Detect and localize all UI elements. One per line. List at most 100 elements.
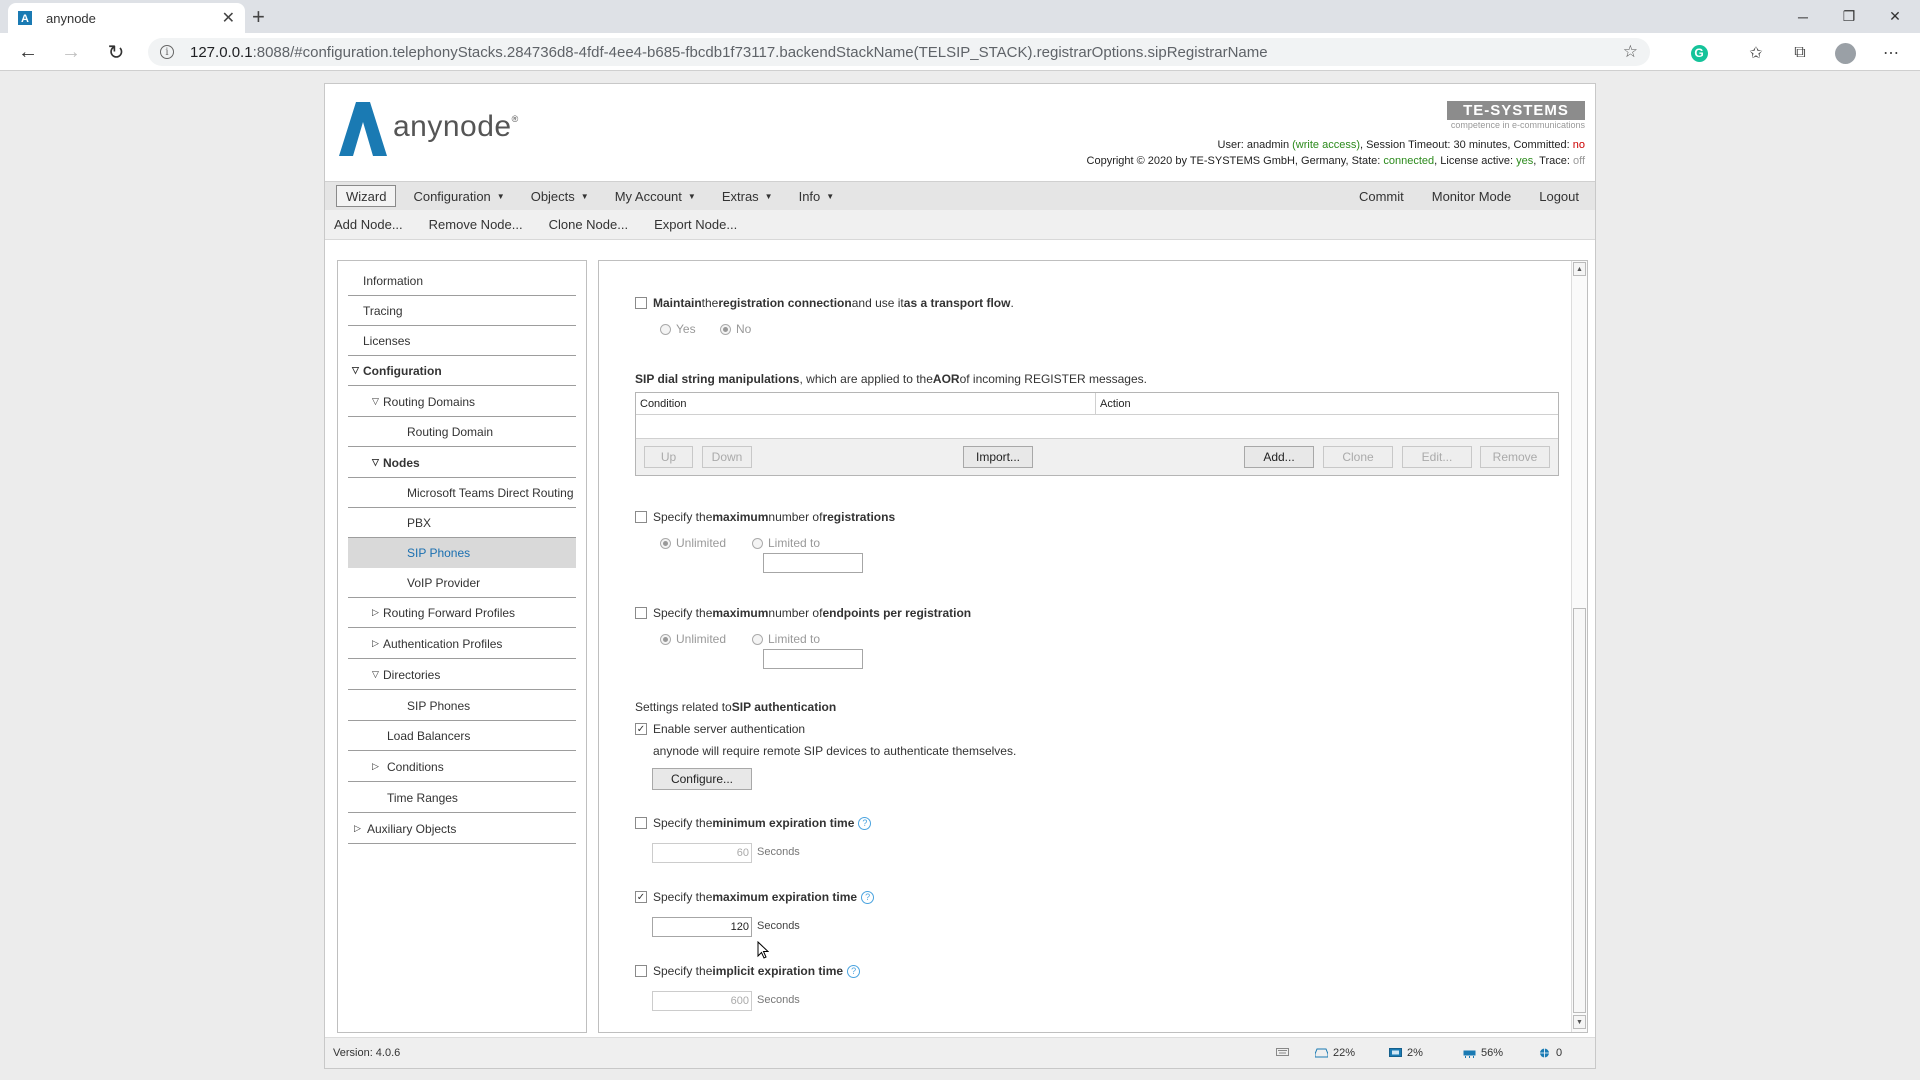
sidebar-item-directory-sip-phones[interactable]: SIP Phones: [348, 691, 576, 721]
sidebar-item-information[interactable]: Information: [348, 266, 576, 296]
favorites-icon[interactable]: ✩: [1745, 42, 1767, 64]
max-expiration-checkbox[interactable]: ✓: [635, 891, 647, 903]
sidebar-item-auxiliary-objects[interactable]: ▷ Auxiliary Objects: [348, 814, 576, 844]
max-expiration-input[interactable]: 120: [652, 917, 752, 937]
menu-info[interactable]: Info ▼: [790, 185, 844, 207]
sidebar-item-directories[interactable]: ▽ Directories: [348, 660, 576, 690]
help-icon[interactable]: ?: [858, 816, 872, 830]
expanded-triangle-icon[interactable]: ▽: [352, 365, 359, 376]
menu-my-account[interactable]: My Account ▼: [606, 185, 705, 207]
back-arrow-icon[interactable]: ←: [14, 41, 42, 63]
max-registrations-unlimited[interactable]: Unlimited: [660, 536, 726, 550]
implicit-expiration-checkbox[interactable]: [635, 965, 647, 977]
sidebar-item-configuration[interactable]: ▽ Configuration: [348, 356, 576, 386]
site-info-icon[interactable]: i: [160, 45, 174, 59]
column-header-action[interactable]: Action: [1096, 393, 1558, 415]
sidebar-item-authentication-profiles[interactable]: ▷ Authentication Profiles: [348, 629, 576, 659]
collapsed-triangle-icon[interactable]: ▷: [372, 607, 379, 618]
unlimited-radio[interactable]: [660, 537, 671, 549]
url-text[interactable]: 127.0.0.1:8088/#configuration.telephonyS…: [190, 44, 1268, 61]
implicit-expiration-input[interactable]: 600: [652, 991, 752, 1011]
sidebar-item-nodes[interactable]: ▽ Nodes: [348, 448, 576, 478]
sidebar-item-routing-domains[interactable]: ▽ Routing Domains: [348, 387, 576, 417]
sidebar-item-time-ranges[interactable]: Time Ranges: [348, 783, 576, 813]
menu-extras[interactable]: Extras ▼: [713, 185, 782, 207]
max-endpoints-checkbox[interactable]: [635, 607, 647, 619]
sidebar-item-voip-provider[interactable]: VoIP Provider: [348, 568, 576, 598]
add-button[interactable]: Add...: [1244, 446, 1314, 468]
scrollbar-thumb[interactable]: [1573, 608, 1586, 1013]
tab-close-icon[interactable]: ✕: [222, 8, 235, 28]
yes-radio[interactable]: [660, 323, 671, 335]
remove-node-button[interactable]: Remove Node...: [429, 217, 523, 232]
navigation-tree: Information Tracing Licenses ▽ Configurat…: [337, 260, 587, 1033]
export-node-button[interactable]: Export Node...: [654, 217, 737, 232]
content-scrollbar[interactable]: ▲ ▼: [1571, 261, 1587, 1032]
limited-to-radio[interactable]: [752, 633, 763, 645]
down-button[interactable]: Down: [702, 446, 752, 468]
expanded-triangle-icon[interactable]: ▽: [372, 669, 379, 680]
edit-button[interactable]: Edit...: [1402, 446, 1472, 468]
min-expiration-checkbox[interactable]: [635, 817, 647, 829]
unlimited-radio[interactable]: [660, 633, 671, 645]
collapsed-triangle-icon[interactable]: ▷: [354, 823, 361, 834]
add-node-button[interactable]: Add Node...: [334, 217, 403, 232]
menu-objects[interactable]: Objects ▼: [522, 185, 598, 207]
expanded-triangle-icon[interactable]: ▽: [372, 396, 379, 407]
remove-button[interactable]: Remove: [1480, 446, 1550, 468]
clone-node-button[interactable]: Clone Node...: [549, 217, 629, 232]
monitor-mode-button[interactable]: Monitor Mode: [1420, 185, 1523, 207]
sidebar-item-microsoft-teams[interactable]: Microsoft Teams Direct Routing: [348, 478, 576, 508]
enable-auth-checkbox[interactable]: ✓: [635, 723, 647, 735]
max-endpoints-limited[interactable]: Limited to: [752, 632, 820, 646]
reload-icon[interactable]: ↻: [102, 41, 130, 64]
help-icon[interactable]: ?: [847, 964, 861, 978]
sidebar-item-load-balancers[interactable]: Load Balancers: [348, 721, 576, 751]
profile-avatar-icon[interactable]: [1834, 42, 1856, 64]
collections-icon[interactable]: ⧉: [1789, 42, 1811, 64]
scroll-up-arrow-icon[interactable]: ▲: [1573, 262, 1586, 276]
sidebar-item-licenses[interactable]: Licenses: [348, 326, 576, 356]
minimize-icon[interactable]: ─: [1780, 0, 1826, 33]
max-registrations-checkbox[interactable]: [635, 511, 647, 523]
logout-button[interactable]: Logout: [1527, 185, 1591, 207]
sidebar-item-pbx[interactable]: PBX: [348, 508, 576, 538]
address-bar[interactable]: i 127.0.0.1:8088/#configuration.telephon…: [148, 38, 1650, 66]
more-menu-icon[interactable]: ⋯: [1880, 42, 1902, 64]
min-expiration-input[interactable]: 60: [652, 843, 752, 863]
no-radio[interactable]: [720, 323, 731, 335]
scroll-down-arrow-icon[interactable]: ▼: [1573, 1015, 1586, 1029]
sidebar-item-routing-domain[interactable]: Routing Domain: [348, 417, 576, 447]
max-endpoints-unlimited[interactable]: Unlimited: [660, 632, 726, 646]
sidebar-item-routing-forward-profiles[interactable]: ▷ Routing Forward Profiles: [348, 598, 576, 628]
max-registrations-input[interactable]: [763, 553, 863, 573]
transport-flow-yes[interactable]: Yes: [660, 322, 696, 336]
maintain-registration-checkbox[interactable]: [635, 297, 647, 309]
transport-flow-no[interactable]: No: [720, 322, 751, 336]
configure-button[interactable]: Configure...: [652, 768, 752, 790]
bookmark-star-icon[interactable]: ☆: [1623, 42, 1638, 62]
menu-wizard[interactable]: Wizard: [336, 185, 397, 207]
new-tab-button[interactable]: +: [252, 4, 265, 30]
sidebar-item-tracing[interactable]: Tracing: [348, 296, 576, 326]
grammarly-extension-icon[interactable]: G: [1688, 42, 1710, 64]
column-header-condition[interactable]: Condition: [636, 393, 1096, 415]
commit-button[interactable]: Commit: [1347, 185, 1416, 207]
help-icon[interactable]: ?: [861, 890, 875, 904]
up-button[interactable]: Up: [644, 446, 693, 468]
browser-tab[interactable]: A anynode ✕: [8, 3, 245, 33]
sidebar-item-sip-phones-selected[interactable]: SIP Phones: [348, 538, 576, 568]
forward-arrow-icon[interactable]: →: [57, 41, 85, 63]
limited-to-radio[interactable]: [752, 537, 763, 549]
restore-icon[interactable]: ❐: [1826, 0, 1872, 33]
clone-button[interactable]: Clone: [1323, 446, 1393, 468]
max-registrations-limited[interactable]: Limited to: [752, 536, 820, 550]
import-button[interactable]: Import...: [963, 446, 1033, 468]
collapsed-triangle-icon[interactable]: ▷: [372, 638, 379, 649]
expanded-triangle-icon[interactable]: ▽: [372, 457, 379, 468]
window-close-icon[interactable]: ✕: [1872, 0, 1918, 33]
menu-configuration[interactable]: Configuration ▼: [404, 185, 513, 207]
collapsed-triangle-icon[interactable]: ▷: [372, 761, 379, 772]
max-endpoints-input[interactable]: [763, 649, 863, 669]
sidebar-item-conditions[interactable]: ▷ Conditions: [348, 752, 576, 782]
